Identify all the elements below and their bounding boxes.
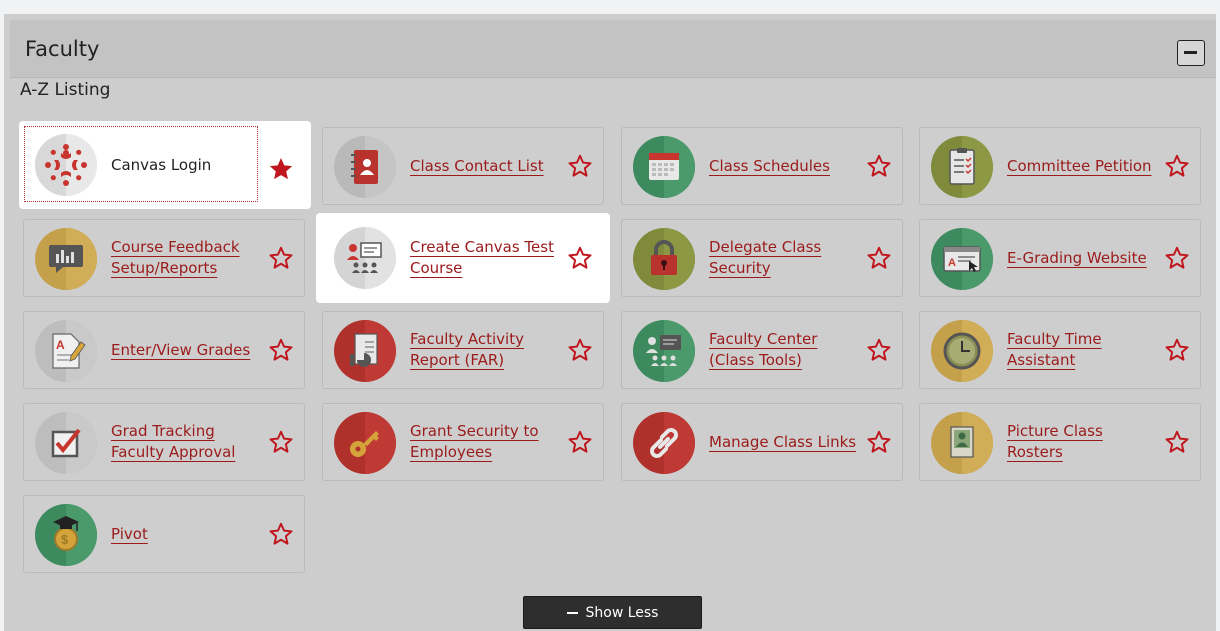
minus-icon	[1184, 51, 1197, 54]
tile-class-schedules[interactable]: Class Schedules	[621, 127, 903, 205]
tile-manage-class-links[interactable]: Manage Class Links	[621, 403, 903, 481]
tile-label: Class Schedules	[709, 156, 830, 175]
tile-label: Picture Class Rosters	[1007, 422, 1103, 461]
checkbox-icon	[35, 412, 97, 474]
feedback-chart-icon	[35, 228, 97, 290]
address-book-icon	[334, 136, 396, 198]
classroom-board-icon	[633, 320, 695, 382]
tile-label: Create Canvas Test Course	[410, 238, 554, 277]
tile-label: Delegate Class Security	[709, 238, 822, 277]
svg-text:A: A	[56, 338, 65, 352]
tile-label: Grad Tracking Faculty Approval	[111, 422, 236, 461]
panel-header: Faculty	[10, 20, 1216, 78]
clock-icon	[931, 320, 993, 382]
calendar-icon	[633, 136, 695, 198]
tile-label: Pivot	[111, 524, 148, 543]
tile-label: Enter/View Grades	[111, 340, 251, 359]
section-title: A-Z Listing	[20, 80, 111, 100]
star-outline-icon[interactable]	[567, 337, 593, 363]
star-outline-icon[interactable]	[1164, 429, 1190, 455]
star-outline-icon[interactable]	[866, 429, 892, 455]
tile-label: Class Contact List	[410, 156, 544, 175]
classroom-icon	[334, 227, 396, 289]
tile-faculty-activity-report[interactable]: Faculty Activity Report (FAR)	[322, 311, 604, 389]
star-outline-icon[interactable]	[1164, 337, 1190, 363]
tile-pivot[interactable]: $ Pivot	[23, 495, 305, 573]
link-icon	[633, 412, 695, 474]
tile-enter-view-grades[interactable]: A Enter/View Grades	[23, 311, 305, 389]
star-outline-icon[interactable]	[866, 337, 892, 363]
tile-course-feedback[interactable]: Course Feedback Setup/Reports	[23, 219, 305, 297]
tile-label: Manage Class Links	[709, 432, 857, 451]
lock-icon	[633, 228, 695, 290]
canvas-logo-icon	[35, 134, 97, 196]
grade-pencil-icon: A	[35, 320, 97, 382]
clipboard-icon	[931, 136, 993, 198]
tile-grant-security[interactable]: Grant Security to Employees	[322, 403, 604, 481]
svg-text:A: A	[948, 257, 956, 269]
panel-title: Faculty	[25, 37, 100, 61]
show-less-label: Show Less	[585, 604, 659, 621]
tile-class-contact-list[interactable]: Class Contact List	[322, 127, 604, 205]
tile-faculty-center[interactable]: Faculty Center (Class Tools)	[621, 311, 903, 389]
star-outline-icon[interactable]	[567, 245, 593, 271]
tile-label: Faculty Time Assistant	[1007, 330, 1102, 369]
star-outline-icon[interactable]	[866, 245, 892, 271]
photo-roster-icon	[931, 412, 993, 474]
report-chart-icon	[334, 320, 396, 382]
tile-label: Committee Petition	[1007, 156, 1152, 175]
minus-icon	[566, 611, 578, 614]
star-outline-icon[interactable]	[1164, 153, 1190, 179]
graduation-coin-icon: $	[35, 504, 97, 566]
tile-picture-class-rosters[interactable]: Picture Class Rosters	[919, 403, 1201, 481]
star-outline-icon[interactable]	[1164, 245, 1190, 271]
tile-e-grading-website[interactable]: A E-Grading Website	[919, 219, 1201, 297]
star-outline-icon[interactable]	[268, 521, 294, 547]
star-outline-icon[interactable]	[567, 153, 593, 179]
tile-faculty-time-assistant[interactable]: Faculty Time Assistant	[919, 311, 1201, 389]
tile-grad-tracking[interactable]: Grad Tracking Faculty Approval	[23, 403, 305, 481]
collapse-button[interactable]	[1177, 40, 1205, 66]
star-outline-icon[interactable]	[866, 153, 892, 179]
key-icon	[334, 412, 396, 474]
star-filled-icon[interactable]	[268, 156, 294, 182]
web-grade-icon: A	[931, 228, 993, 290]
star-outline-icon[interactable]	[268, 337, 294, 363]
tile-committee-petition[interactable]: Committee Petition	[919, 127, 1201, 205]
tile-create-canvas-test-course[interactable]: Create Canvas Test Course	[317, 214, 609, 302]
tile-label: Faculty Activity Report (FAR)	[410, 330, 524, 369]
tile-label: Canvas Login	[111, 155, 212, 174]
svg-text:$: $	[61, 532, 69, 547]
tile-label: Faculty Center (Class Tools)	[709, 330, 818, 369]
tile-label: Course Feedback Setup/Reports	[111, 238, 240, 277]
tile-canvas-login[interactable]: Canvas Login	[20, 122, 310, 208]
show-less-button[interactable]: Show Less	[523, 596, 702, 629]
star-outline-icon[interactable]	[268, 245, 294, 271]
star-outline-icon[interactable]	[567, 429, 593, 455]
star-outline-icon[interactable]	[268, 429, 294, 455]
tile-label: Grant Security to Employees	[410, 422, 539, 461]
tile-delegate-class-security[interactable]: Delegate Class Security	[621, 219, 903, 297]
tile-label: E-Grading Website	[1007, 248, 1147, 267]
